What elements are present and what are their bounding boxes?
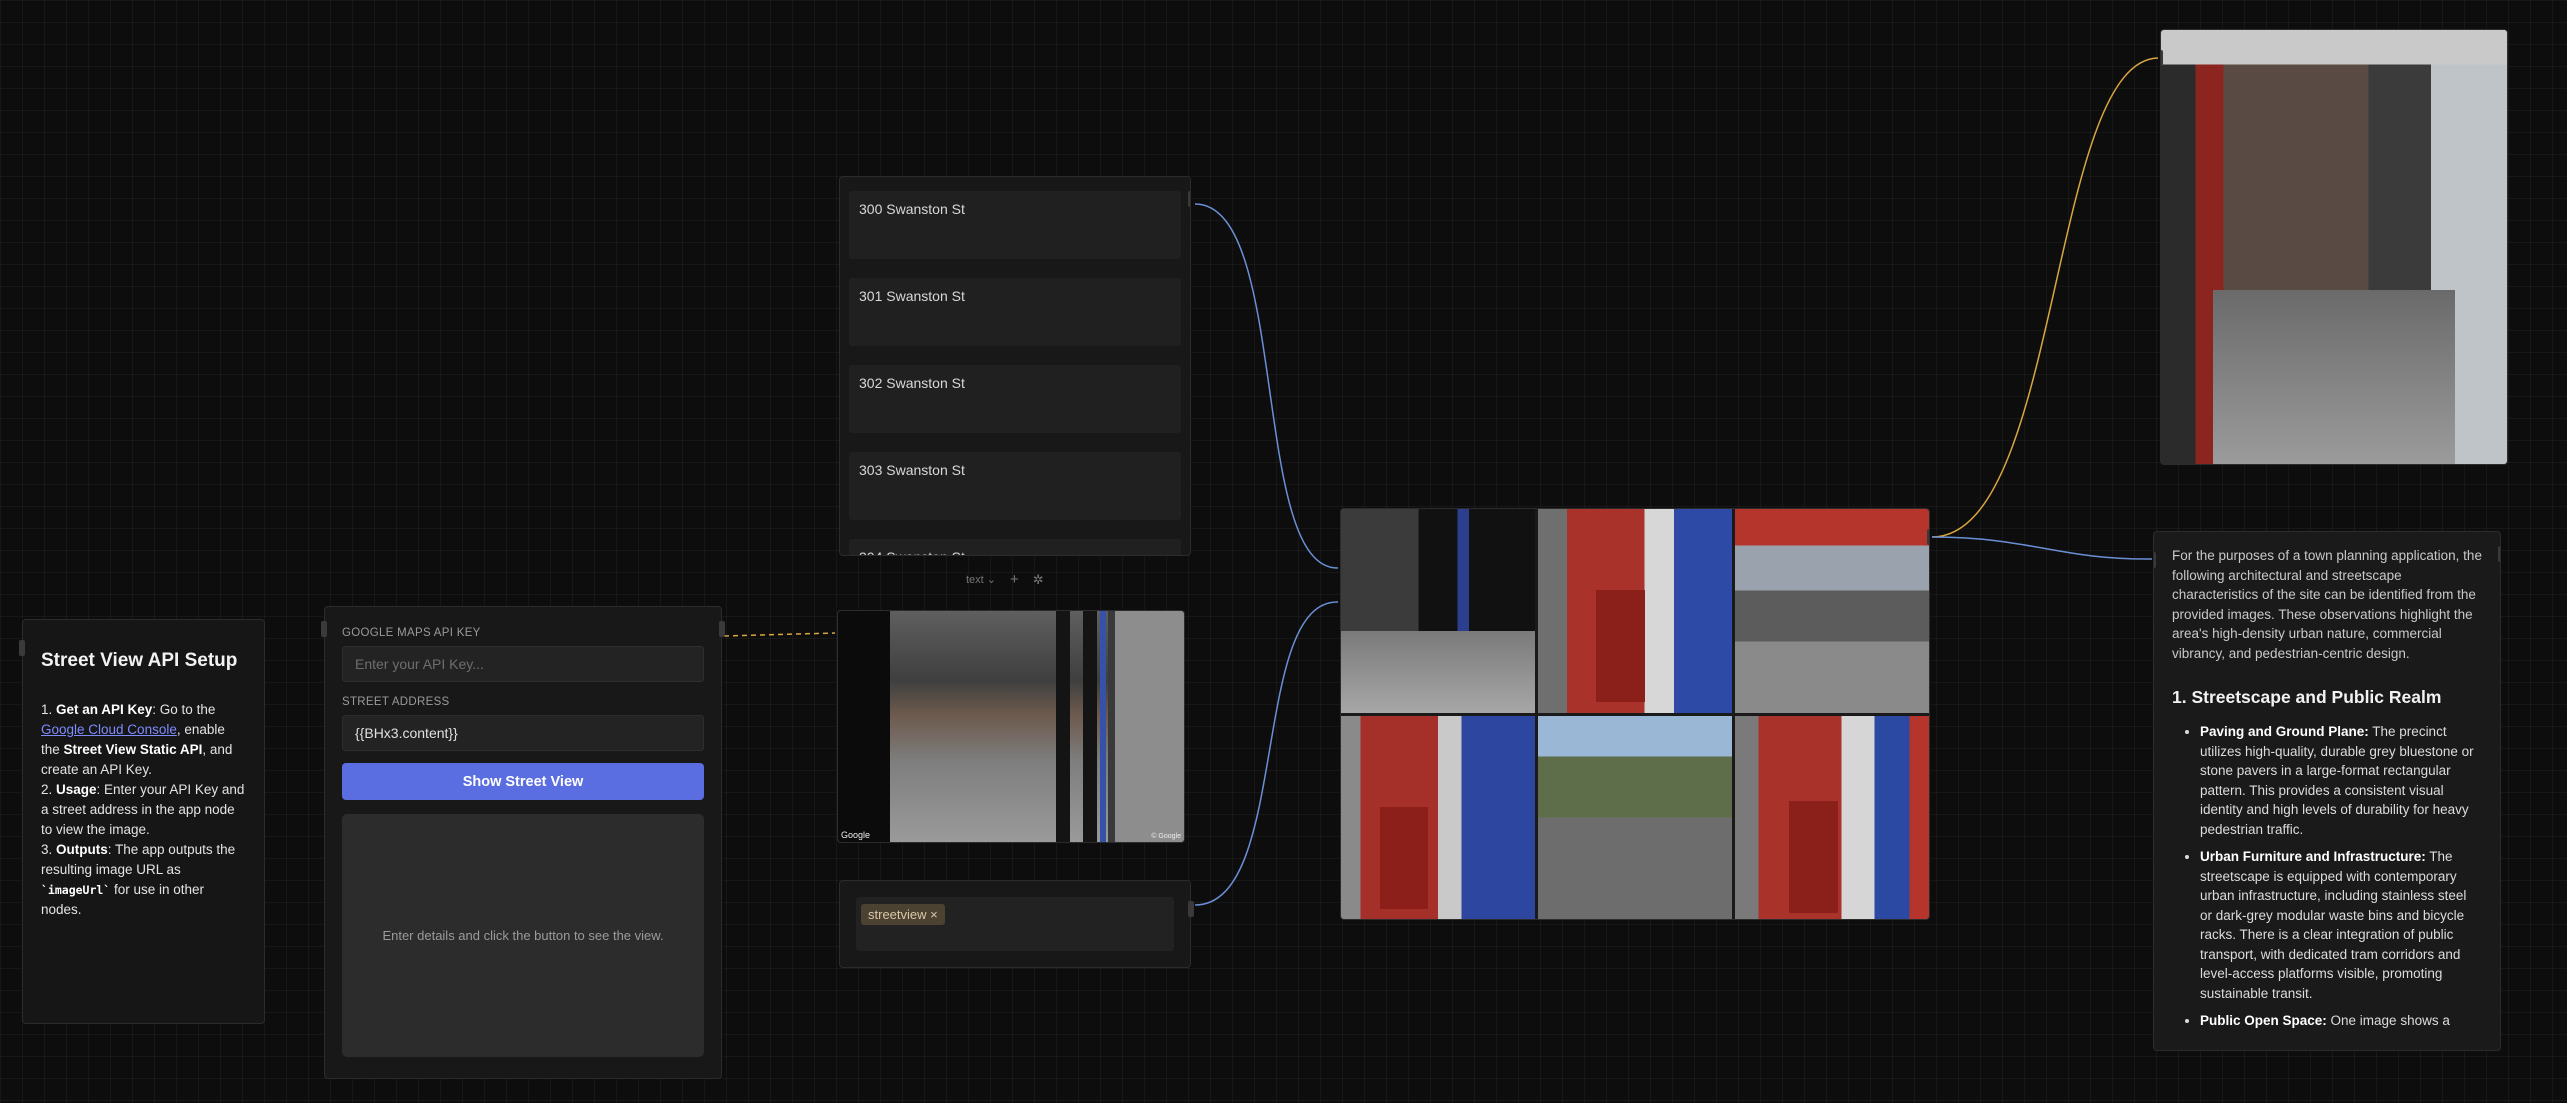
photo-floor <box>2212 290 2456 464</box>
type-label: text <box>966 574 984 586</box>
list-item[interactable]: 302 Swanston St <box>849 365 1181 433</box>
tag-node[interactable]: streetview × <box>839 880 1194 968</box>
bullet-title: Public Open Space: <box>2200 1013 2327 1028</box>
report-intro: For the purposes of a town planning appl… <box>2172 548 2482 661</box>
grid-image-6[interactable] <box>1735 715 1929 919</box>
street-view-app-node[interactable]: GOOGLE MAPS API KEY STREET ADDRESS Show … <box>321 606 725 1079</box>
input-handle[interactable] <box>19 640 25 656</box>
node-toolbar: text ⌄ + ✲ <box>966 571 1044 588</box>
step1-text: : Go to the <box>152 702 216 717</box>
pavement <box>1341 631 1535 713</box>
list-item: Paving and Ground Plane: The precinct ut… <box>2200 722 2482 839</box>
bullet-text: One image shows a <box>2326 1013 2450 1028</box>
grid-image-5[interactable] <box>1538 715 1732 919</box>
analysis-report-node[interactable]: For the purposes of a town planning appl… <box>2153 531 2501 1051</box>
step2-label: Usage <box>56 782 97 797</box>
list-item: Urban Furniture and Infrastructure: The … <box>2200 847 2482 1003</box>
wire-tag-to-grid <box>1194 601 1339 906</box>
input-handle[interactable] <box>1341 561 1343 577</box>
wire-address-to-grid <box>1194 203 1339 569</box>
red-door <box>1379 807 1429 909</box>
type-dropdown[interactable]: text ⌄ <box>966 573 996 586</box>
input-handle[interactable] <box>2161 50 2163 66</box>
grid-image-4[interactable] <box>1341 715 1535 919</box>
image-url-code: `imageUrl` <box>41 883 111 897</box>
cloud-console-link[interactable]: Google Cloud Console <box>41 722 177 737</box>
output-handle[interactable] <box>2498 546 2500 562</box>
photo-detail <box>1056 611 1070 842</box>
output-handle[interactable] <box>719 621 725 637</box>
output-handle[interactable] <box>1188 191 1190 207</box>
report-bullets: Paving and Ground Plane: The precinct ut… <box>2172 722 2482 1031</box>
api-key-label: GOOGLE MAPS API KEY <box>342 627 481 639</box>
grid-image-1[interactable] <box>1341 509 1535 713</box>
street-view-image <box>838 611 1184 842</box>
chevron-down-icon: ⌄ <box>986 574 997 586</box>
api-key-input[interactable] <box>342 646 704 682</box>
grid-image-3[interactable] <box>1735 509 1929 713</box>
red-door <box>1596 590 1645 703</box>
photo-detail <box>1083 611 1097 842</box>
output-photo-node[interactable] <box>2160 29 2508 465</box>
image-grid-node[interactable] <box>1340 508 1930 920</box>
setup-steps: 1. Get an API Key: Go to the Google Clou… <box>41 702 245 917</box>
list-item: Public Open Space: One image shows a <box>2200 1011 2482 1031</box>
bullet-text: The precinct utilizes high-quality, dura… <box>2200 724 2474 837</box>
street-view-image-node[interactable]: Google © Google <box>837 610 1185 843</box>
wire-grid-to-report <box>1931 536 2153 560</box>
grid-image-2[interactable] <box>1538 509 1732 713</box>
step1-api: Street View Static API <box>63 742 203 757</box>
photo-detail <box>1100 611 1106 842</box>
address-list-node[interactable]: 300 Swanston St 301 Swanston St 302 Swan… <box>839 176 1191 556</box>
list-item[interactable]: 300 Swanston St <box>849 191 1181 259</box>
show-street-view-button[interactable]: Show Street View <box>342 763 704 800</box>
input-handle[interactable] <box>2154 552 2156 568</box>
google-attribution: Google <box>841 830 871 840</box>
street-address-label: STREET ADDRESS <box>342 696 450 708</box>
output-handle[interactable] <box>1188 901 1194 917</box>
red-door <box>1789 800 1838 913</box>
bullet-title: Paving and Ground Plane: <box>2200 724 2369 739</box>
tag-chip[interactable]: streetview × <box>861 904 945 925</box>
bullet-text: The streetscape is equipped with contemp… <box>2200 849 2467 1001</box>
input-handle[interactable] <box>321 621 327 637</box>
list-item[interactable]: 304 Swanston St <box>849 539 1181 555</box>
setup-title: Street View API Setup <box>41 650 238 671</box>
list-item[interactable]: 301 Swanston St <box>849 278 1181 346</box>
wire-grid-to-photo <box>1931 57 2159 538</box>
setup-note-node[interactable]: Street View API Setup 1. Get an API Key:… <box>19 619 265 1024</box>
report-heading: 1. Streetscape and Public Realm <box>2172 687 2442 707</box>
tag-field[interactable]: streetview × <box>856 897 1174 951</box>
street-address-input[interactable] <box>342 715 704 751</box>
sparkle-icon[interactable]: ✲ <box>1033 572 1044 588</box>
street-view-preview-empty: Enter details and click the button to se… <box>342 814 704 1057</box>
step1-label: Get an API Key <box>56 702 153 717</box>
bullet-title: Urban Furniture and Infrastructure: <box>2200 849 2426 864</box>
add-icon[interactable]: + <box>1010 571 1019 588</box>
step3-label: Outputs <box>56 842 108 857</box>
wire-form-to-streetview <box>723 632 836 637</box>
output-handle[interactable] <box>1927 529 1929 545</box>
copyright-attribution: © Google <box>1151 833 1181 840</box>
list-item[interactable]: 303 Swanston St <box>849 452 1181 520</box>
